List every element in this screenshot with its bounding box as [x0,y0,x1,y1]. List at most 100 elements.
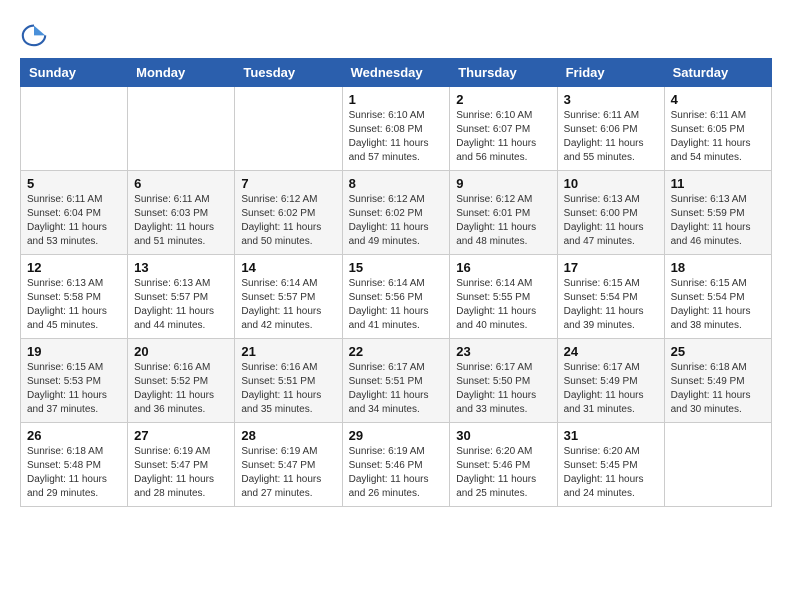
day-number: 6 [134,176,228,191]
cell-text: Sunrise: 6:14 AM Sunset: 5:55 PM Dayligh… [456,277,550,333]
cell-text: Sunrise: 6:20 AM Sunset: 5:45 PM Dayligh… [564,445,658,501]
calendar-cell [235,87,342,171]
cell-text: Sunrise: 6:13 AM Sunset: 5:58 PM Dayligh… [27,277,121,333]
calendar-cell: 14 Sunrise: 6:14 AM Sunset: 5:57 PM Dayli… [235,255,342,339]
calendar-cell: 12Sunrise: 6:13 AM Sunset: 5:58 PM Dayli… [21,255,128,339]
calendar-cell [128,87,235,171]
cell-text: Sunrise: 6:13 AM Sunset: 5:59 PM Dayligh… [671,193,765,249]
calendar-cell: 13 Sunrise: 6:13 AM Sunset: 5:57 PM Dayli… [128,255,235,339]
calendar-cell: 26 Sunrise: 6:18 AM Sunset: 5:48 PM Dayli… [21,423,128,507]
calendar-cell: 6Sunrise: 6:11 AM Sunset: 6:03 PM Daylig… [128,171,235,255]
day-number: 18 [671,260,765,275]
cell-text: Sunrise: 6:12 AM Sunset: 6:02 PM Dayligh… [241,193,335,249]
day-number: 30 [456,428,550,443]
calendar-cell: 7 Sunrise: 6:12 AM Sunset: 6:02 PM Daylig… [235,171,342,255]
calendar-cell: 10 Sunrise: 6:13 AM Sunset: 6:00 PM Dayli… [557,171,664,255]
calendar-cell: 9 Sunrise: 6:12 AM Sunset: 6:01 PM Daylig… [450,171,557,255]
cell-text: Sunrise: 6:18 AM Sunset: 5:49 PM Dayligh… [671,361,765,417]
calendar-cell: 20 Sunrise: 6:16 AM Sunset: 5:52 PM Dayli… [128,339,235,423]
calendar-cell: 28Sunrise: 6:19 AM Sunset: 5:47 PM Dayli… [235,423,342,507]
day-number: 20 [134,344,228,359]
day-number: 23 [456,344,550,359]
calendar-cell: 2 Sunrise: 6:10 AM Sunset: 6:07 PM Daylig… [450,87,557,171]
calendar-cell: 8 Sunrise: 6:12 AM Sunset: 6:02 PM Daylig… [342,171,450,255]
day-number: 2 [456,92,550,107]
day-number: 16 [456,260,550,275]
cell-text: Sunrise: 6:15 AM Sunset: 5:54 PM Dayligh… [671,277,765,333]
weekday-header: Friday [557,59,664,87]
cell-text: Sunrise: 6:13 AM Sunset: 5:57 PM Dayligh… [134,277,228,333]
calendar-cell: 15 Sunrise: 6:14 AM Sunset: 5:56 PM Dayli… [342,255,450,339]
day-number: 7 [241,176,335,191]
cell-text: Sunrise: 6:16 AM Sunset: 5:52 PM Dayligh… [134,361,228,417]
calendar-cell: 5Sunrise: 6:11 AM Sunset: 6:04 PM Daylig… [21,171,128,255]
day-number: 28 [241,428,335,443]
calendar-cell: 21 Sunrise: 6:16 AM Sunset: 5:51 PM Dayli… [235,339,342,423]
cell-text: Sunrise: 6:14 AM Sunset: 5:57 PM Dayligh… [241,277,335,333]
cell-text: Sunrise: 6:17 AM Sunset: 5:49 PM Dayligh… [564,361,658,417]
calendar-cell: 31 Sunrise: 6:20 AM Sunset: 5:45 PM Dayli… [557,423,664,507]
day-number: 3 [564,92,658,107]
calendar-cell [21,87,128,171]
day-number: 5 [27,176,121,191]
day-number: 31 [564,428,658,443]
calendar-cell: 24 Sunrise: 6:17 AM Sunset: 5:49 PM Dayli… [557,339,664,423]
cell-text: Sunrise: 6:17 AM Sunset: 5:50 PM Dayligh… [456,361,550,417]
day-number: 21 [241,344,335,359]
cell-text: Sunrise: 6:14 AM Sunset: 5:56 PM Dayligh… [349,277,444,333]
calendar-cell: 22 Sunrise: 6:17 AM Sunset: 5:51 PM Dayli… [342,339,450,423]
weekday-header: Sunday [21,59,128,87]
cell-text: Sunrise: 6:16 AM Sunset: 5:51 PM Dayligh… [241,361,335,417]
calendar-cell: 30 Sunrise: 6:20 AM Sunset: 5:46 PM Dayli… [450,423,557,507]
cell-text: Sunrise: 6:10 AM Sunset: 6:07 PM Dayligh… [456,109,550,165]
day-number: 1 [349,92,444,107]
weekday-header: Thursday [450,59,557,87]
day-number: 13 [134,260,228,275]
cell-text: Sunrise: 6:15 AM Sunset: 5:53 PM Dayligh… [27,361,121,417]
day-number: 15 [349,260,444,275]
weekday-header: Tuesday [235,59,342,87]
calendar-cell: 1 Sunrise: 6:10 AM Sunset: 6:08 PM Daylig… [342,87,450,171]
day-number: 25 [671,344,765,359]
calendar-cell: 27Sunrise: 6:19 AM Sunset: 5:47 PM Dayli… [128,423,235,507]
calendar-cell [664,423,771,507]
day-number: 10 [564,176,658,191]
cell-text: Sunrise: 6:13 AM Sunset: 6:00 PM Dayligh… [564,193,658,249]
calendar-cell: 23 Sunrise: 6:17 AM Sunset: 5:50 PM Dayli… [450,339,557,423]
logo-icon [20,20,48,48]
cell-text: Sunrise: 6:10 AM Sunset: 6:08 PM Dayligh… [349,109,444,165]
cell-text: Sunrise: 6:12 AM Sunset: 6:01 PM Dayligh… [456,193,550,249]
day-number: 19 [27,344,121,359]
day-number: 8 [349,176,444,191]
calendar-cell: 18 Sunrise: 6:15 AM Sunset: 5:54 PM Dayli… [664,255,771,339]
cell-text: Sunrise: 6:11 AM Sunset: 6:05 PM Dayligh… [671,109,765,165]
day-number: 26 [27,428,121,443]
day-number: 22 [349,344,444,359]
cell-text: Sunrise: 6:20 AM Sunset: 5:46 PM Dayligh… [456,445,550,501]
calendar-cell: 25 Sunrise: 6:18 AM Sunset: 5:49 PM Dayli… [664,339,771,423]
cell-text: Sunrise: 6:18 AM Sunset: 5:48 PM Dayligh… [27,445,121,501]
calendar-table: SundayMondayTuesdayWednesdayThursdayFrid… [20,58,772,507]
day-number: 14 [241,260,335,275]
logo [20,20,52,48]
calendar-cell: 17Sunrise: 6:15 AM Sunset: 5:54 PM Dayli… [557,255,664,339]
calendar-cell: 3 Sunrise: 6:11 AM Sunset: 6:06 PM Daylig… [557,87,664,171]
cell-text: Sunrise: 6:12 AM Sunset: 6:02 PM Dayligh… [349,193,444,249]
calendar-cell: 16 Sunrise: 6:14 AM Sunset: 5:55 PM Dayli… [450,255,557,339]
day-number: 11 [671,176,765,191]
cell-text: Sunrise: 6:19 AM Sunset: 5:46 PM Dayligh… [349,445,444,501]
calendar-cell: 19 Sunrise: 6:15 AM Sunset: 5:53 PM Dayli… [21,339,128,423]
day-number: 9 [456,176,550,191]
cell-text: Sunrise: 6:11 AM Sunset: 6:06 PM Dayligh… [564,109,658,165]
page-header [20,20,772,48]
cell-text: Sunrise: 6:17 AM Sunset: 5:51 PM Dayligh… [349,361,444,417]
weekday-header: Wednesday [342,59,450,87]
day-number: 17 [564,260,658,275]
day-number: 24 [564,344,658,359]
calendar-cell: 4 Sunrise: 6:11 AM Sunset: 6:05 PM Daylig… [664,87,771,171]
day-number: 29 [349,428,444,443]
day-number: 27 [134,428,228,443]
day-number: 4 [671,92,765,107]
weekday-header: Saturday [664,59,771,87]
calendar-cell: 29 Sunrise: 6:19 AM Sunset: 5:46 PM Dayli… [342,423,450,507]
